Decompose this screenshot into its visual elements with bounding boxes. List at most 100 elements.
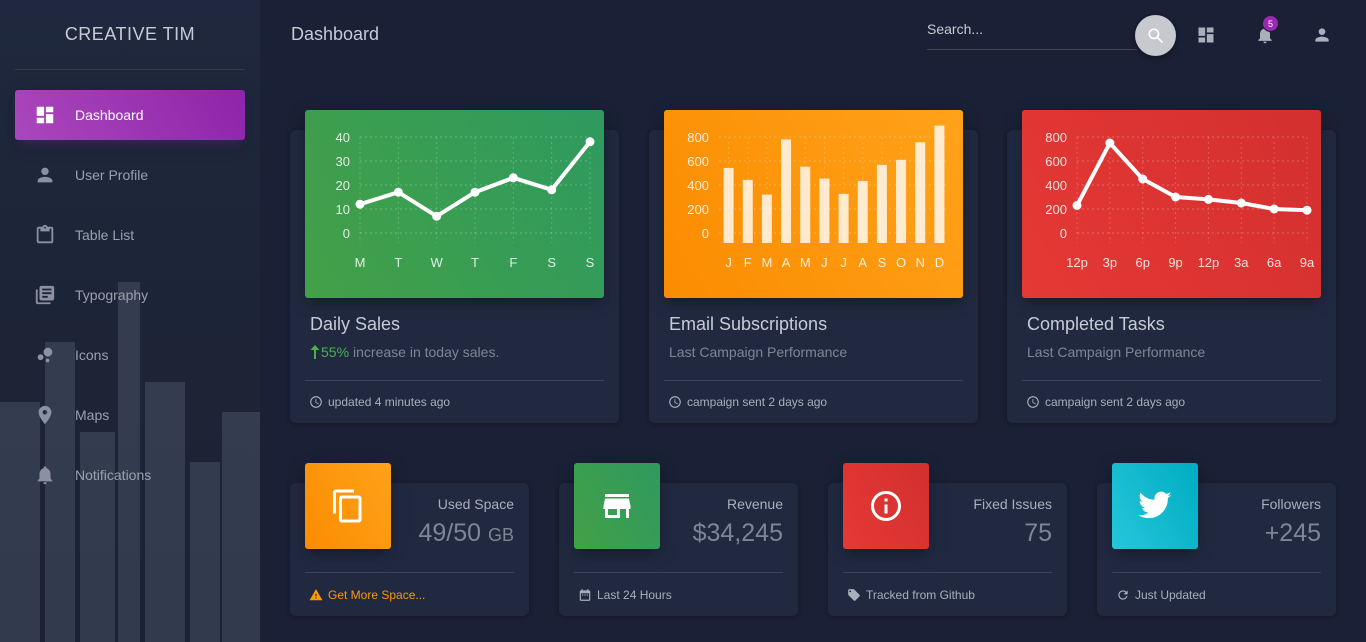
x-tick-label: M xyxy=(355,255,366,270)
stat-value-number: 49/50 xyxy=(418,519,482,547)
stat-footer: Last 24 Hours xyxy=(574,572,783,616)
stat-label: Fixed Issues xyxy=(973,496,1052,512)
sidebar-item-label: Icons xyxy=(75,347,109,363)
sidebar-item-label: Typography xyxy=(75,287,149,303)
bar xyxy=(857,180,868,243)
y-tick-label: 200 xyxy=(1045,202,1067,217)
sidebar-item-maps[interactable]: Maps xyxy=(15,390,245,440)
data-point xyxy=(585,137,595,147)
footer-text: campaign sent 2 days ago xyxy=(1045,395,1186,409)
card-subtitle: Last Campaign Performance xyxy=(1027,344,1206,360)
y-tick-label: 600 xyxy=(687,154,709,169)
footer-text: updated 4 minutes ago xyxy=(328,395,451,409)
person-icon xyxy=(1315,28,1329,42)
x-tick-label: M xyxy=(800,255,811,270)
x-tick-label: O xyxy=(896,255,906,270)
sidebar-item-dashboard[interactable]: Dashboard xyxy=(15,90,245,140)
data-point xyxy=(470,187,480,197)
daily-sales-card: 40 30 20 10 0 M T W T F S S Daily Sales 55% increas… xyxy=(290,110,619,423)
account-button[interactable] xyxy=(1310,23,1334,47)
stat-value: 75 xyxy=(1024,519,1052,547)
bar xyxy=(896,159,907,243)
stat-footer: Get More Space... xyxy=(305,572,514,616)
dashboard-nav-button[interactable] xyxy=(1194,23,1218,47)
location-pin-icon xyxy=(33,403,57,427)
page-title[interactable]: Dashboard xyxy=(291,24,379,45)
dashboard-icon xyxy=(1198,27,1214,43)
email-subscriptions-bar-chart: 8006004002000J F M A M J J A S O N D xyxy=(687,125,949,270)
footer-text: campaign sent 2 days ago xyxy=(687,395,828,409)
stat-icon-box xyxy=(1112,463,1198,549)
x-tick-label: A xyxy=(782,255,791,270)
store-icon xyxy=(603,494,631,518)
bell-icon xyxy=(33,463,57,487)
data-point xyxy=(432,211,442,221)
y-tick-label: 10 xyxy=(336,202,350,217)
data-point xyxy=(1072,200,1082,210)
search-icon xyxy=(1148,28,1163,43)
library-books-icon xyxy=(33,283,57,307)
stat-label: Revenue xyxy=(726,496,783,512)
stat-value-unit: GB xyxy=(487,525,514,545)
stat-icon-box xyxy=(305,463,391,549)
x-tick-label: 9p xyxy=(1168,255,1182,270)
bar xyxy=(723,167,734,243)
data-point xyxy=(1269,204,1279,214)
subtitle-text: increase in today sales. xyxy=(353,344,500,360)
x-tick-label: 3a xyxy=(1234,255,1249,270)
search-button[interactable] xyxy=(1135,15,1176,56)
sidebar: CREATIVE TIM Dashboard User Profile Tabl… xyxy=(0,0,260,642)
bar xyxy=(876,164,887,243)
search-input[interactable] xyxy=(927,14,1137,44)
bar xyxy=(742,179,753,243)
sidebar-item-label: Dashboard xyxy=(75,107,144,123)
email-subscriptions-chart: 800 600 400 200 0 J F M A M J J A S O N D xyxy=(664,110,963,298)
x-tick-label: A xyxy=(858,255,867,270)
footer-text: Tracked from Github xyxy=(866,587,975,602)
card-footer: campaign sent 2 days ago xyxy=(1022,380,1321,423)
footer-text: Just Updated xyxy=(1135,587,1206,602)
footer-text: Last 24 Hours xyxy=(597,587,672,602)
arrow-up-icon xyxy=(310,345,320,359)
stat-value: +245 xyxy=(1264,519,1321,547)
stat-value: $34,245 xyxy=(692,519,783,547)
bar xyxy=(761,194,772,243)
sidebar-item-label: Notifications xyxy=(75,467,152,483)
clipboard-icon xyxy=(33,223,57,247)
sidebar-item-notifications[interactable]: Notifications xyxy=(15,450,245,500)
revenue-card: Revenue $34,245 Last 24 Hours xyxy=(559,463,798,616)
fixed-issues-card: Fixed Issues 75 Tracked from Github xyxy=(828,463,1067,616)
bar xyxy=(800,166,811,243)
x-tick-label: 6a xyxy=(1267,255,1282,270)
info-icon xyxy=(871,491,901,521)
data-point xyxy=(1302,205,1312,215)
sidebar-item-user-profile[interactable]: User Profile xyxy=(15,150,245,200)
bar xyxy=(819,178,830,243)
sidebar-item-table-list[interactable]: Table List xyxy=(15,210,245,260)
stat-label: Followers xyxy=(1261,496,1321,512)
completed-tasks-line-chart: 800 600 400 200 0 12p 3p 6p 9p 12p 3a 6a 9a xyxy=(1045,130,1315,270)
x-tick-label: D xyxy=(935,255,944,270)
x-tick-label: J xyxy=(840,255,847,270)
tag-icon xyxy=(848,588,860,601)
y-tick-label: 800 xyxy=(687,130,709,145)
change-indicator: 55% xyxy=(310,344,349,360)
brand-logo-text[interactable]: CREATIVE TIM xyxy=(15,0,245,70)
sidebar-item-label: Table List xyxy=(75,227,135,243)
sidebar-item-typography[interactable]: Typography xyxy=(15,270,245,320)
y-tick-label: 200 xyxy=(687,202,709,217)
x-tick-label: S xyxy=(878,255,887,270)
followers-card: Followers +245 Just Updated xyxy=(1097,463,1336,616)
get-more-space-link[interactable]: Get More Space... xyxy=(328,588,425,602)
x-tick-label: W xyxy=(431,255,444,270)
x-tick-label: N xyxy=(916,255,925,270)
data-point xyxy=(1203,194,1213,204)
x-tick-label: F xyxy=(509,255,517,270)
data-point xyxy=(547,185,557,195)
x-tick-label: S xyxy=(547,255,556,270)
stat-value: 49/50 GB xyxy=(418,519,514,548)
x-tick-label: T xyxy=(394,255,402,270)
y-tick-label: 0 xyxy=(1060,226,1067,241)
card-title: Daily Sales xyxy=(310,314,401,334)
sidebar-item-icons[interactable]: Icons xyxy=(15,330,245,380)
